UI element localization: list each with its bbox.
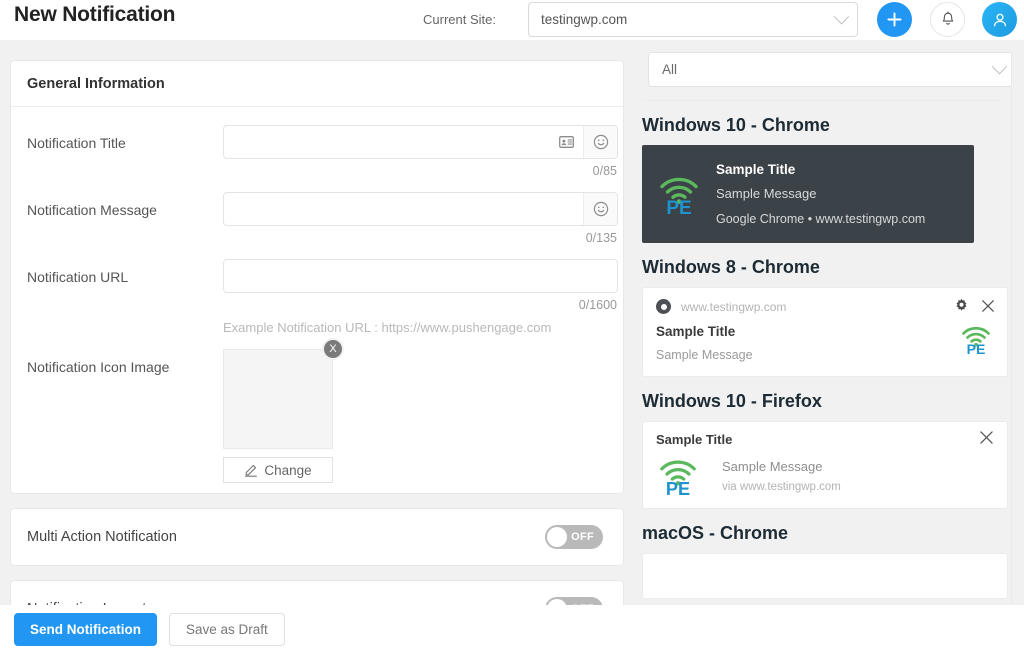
notification-icon-image-row: Notification Icon Image X Change	[11, 335, 623, 483]
preview-column: All Windows 10 - Chrome PE Sample Title …	[634, 52, 1012, 653]
notification-url-input-wrap[interactable]	[223, 259, 618, 293]
close-icon[interactable]	[979, 430, 994, 450]
top-bar: New Notification Current Site: testingwp…	[0, 0, 1024, 40]
pushengage-wifi-logo: PE	[656, 172, 702, 216]
pencil-icon	[244, 463, 258, 477]
multi-action-notification-card: Multi Action Notification OFF	[10, 508, 624, 566]
remove-image-button[interactable]: X	[322, 338, 344, 360]
preview-heading-windows-10-firefox: Windows 10 - Firefox	[642, 391, 1001, 412]
pushengage-wifi-logo: PE	[656, 455, 700, 497]
preview-message: Sample Message	[656, 348, 994, 362]
main-content: General Information Notification Title	[0, 40, 1024, 653]
notification-message-row: Notification Message	[11, 178, 623, 245]
multi-action-notification-label: Multi Action Notification	[27, 529, 545, 545]
gear-icon[interactable]	[954, 298, 969, 313]
toggle-state: OFF	[571, 531, 603, 543]
preview-title: Sample Title	[656, 324, 994, 339]
current-site-label: Current Site:	[423, 12, 496, 27]
add-button[interactable]	[877, 2, 912, 37]
icon-image-preview[interactable]: X	[223, 349, 333, 449]
close-icon[interactable]	[981, 299, 995, 313]
notification-message-input[interactable]	[224, 193, 583, 225]
preview-divider	[642, 100, 1001, 101]
preview-card-actions	[954, 298, 995, 313]
save-as-draft-button[interactable]: Save as Draft	[169, 613, 285, 646]
preview-title: Sample Title	[656, 432, 994, 447]
preview-message: Sample Message	[722, 459, 841, 474]
notification-title-input-wrap[interactable]	[223, 125, 618, 159]
notification-url-counter: 0/1600	[223, 293, 618, 312]
preview-card-body: PE Sample Message via www.testingwp.com	[656, 455, 994, 497]
site-selector-value: testingwp.com	[541, 12, 836, 27]
preview-url: www.testingwp.com	[681, 300, 786, 314]
site-selector[interactable]: testingwp.com	[528, 2, 858, 37]
bell-icon	[940, 11, 956, 28]
notification-message-counter: 0/135	[223, 226, 618, 245]
chevron-down-icon	[992, 59, 1008, 75]
notification-icon-image-label: Notification Icon Image	[27, 349, 223, 375]
notification-message-label: Notification Message	[27, 192, 223, 218]
user-avatar-icon	[991, 11, 1009, 29]
preview-card-windows-8-chrome: www.testingwp.com Sample Title Sample Me…	[642, 287, 1008, 377]
preview-message: Sample Message	[716, 186, 925, 201]
notification-icon-image-col: X Change	[223, 349, 618, 483]
preview-card-windows-10-chrome: PE Sample Title Sample Message Google Ch…	[642, 145, 974, 243]
multi-action-notification-toggle[interactable]: OFF	[545, 525, 603, 549]
notification-title-input[interactable]	[224, 126, 549, 158]
general-information-body: Notification Title	[11, 107, 623, 493]
general-information-title: General Information	[11, 61, 623, 107]
preview-card-topline: www.testingwp.com	[656, 299, 994, 314]
change-image-label: Change	[264, 463, 311, 478]
bottom-action-bar: Send Notification Save as Draft	[0, 605, 1024, 653]
notification-url-hint: Example Notification URL : https://www.p…	[223, 312, 618, 335]
avatar[interactable]	[982, 2, 1017, 37]
pushengage-wifi-logo: PE	[959, 322, 993, 361]
emoji-icon[interactable]	[583, 126, 617, 158]
preview-meta: Google Chrome • www.testingwp.com	[716, 212, 925, 226]
contact-card-icon[interactable]	[549, 126, 583, 158]
notification-title-label: Notification Title	[27, 125, 223, 151]
chevron-down-icon	[834, 9, 850, 25]
chrome-favicon-icon	[656, 299, 671, 314]
preview-card-text: Sample Title Sample Message Google Chrom…	[716, 162, 925, 226]
plus-icon	[886, 11, 903, 28]
notifications-button[interactable]	[930, 2, 965, 37]
preview-title: Sample Title	[716, 162, 925, 177]
notification-url-row: Notification URL 0/1600 Example Notifica…	[11, 245, 623, 335]
general-information-card: General Information Notification Title	[10, 60, 624, 494]
change-image-button[interactable]: Change	[223, 457, 333, 483]
svg-text:PE: PE	[666, 198, 691, 216]
preview-filter-value: All	[662, 62, 994, 77]
notification-title-row: Notification Title	[11, 111, 623, 178]
svg-text:PE: PE	[666, 479, 690, 497]
multi-action-notification-row: Multi Action Notification OFF	[11, 509, 623, 565]
notification-url-field-col: 0/1600 Example Notification URL : https:…	[223, 259, 618, 335]
preview-card-text: Sample Message via www.testingwp.com	[722, 459, 841, 493]
notification-title-field-col: 0/85	[223, 125, 618, 178]
toggle-knob	[547, 527, 567, 547]
notification-url-input[interactable]	[224, 260, 617, 292]
form-column: General Information Notification Title	[10, 60, 624, 625]
send-notification-button[interactable]: Send Notification	[14, 613, 157, 646]
notification-message-field-col: 0/135	[223, 192, 618, 245]
preview-card-windows-10-firefox: Sample Title PE Sample Mess	[642, 421, 1008, 509]
preview-via: via www.testingwp.com	[722, 481, 841, 493]
emoji-icon[interactable]	[583, 193, 617, 225]
preview-heading-macos-chrome: macOS - Chrome	[642, 523, 1001, 544]
page-title: New Notification	[14, 3, 175, 27]
svg-text:PE: PE	[967, 341, 986, 356]
notification-message-input-wrap[interactable]	[223, 192, 618, 226]
notification-title-counter: 0/85	[223, 159, 618, 178]
preview-card-macos-chrome	[642, 553, 1008, 599]
preview-heading-windows-8-chrome: Windows 8 - Chrome	[642, 257, 1001, 278]
preview-filter-select[interactable]: All	[648, 52, 1012, 87]
preview-heading-windows-10-chrome: Windows 10 - Chrome	[642, 115, 1001, 136]
notification-url-label: Notification URL	[27, 259, 223, 285]
